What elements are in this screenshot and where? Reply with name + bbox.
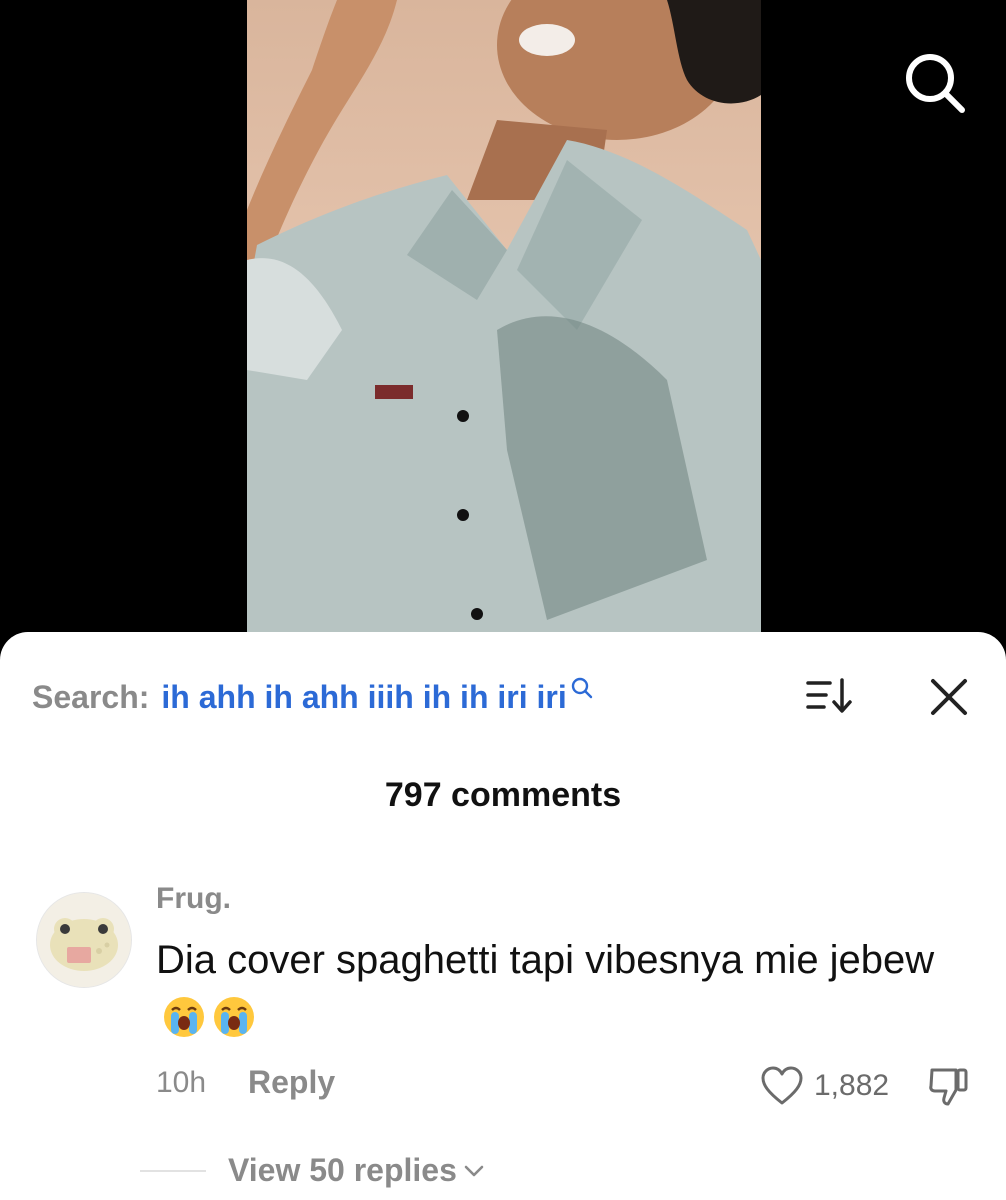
video-frame xyxy=(247,0,761,660)
comment-search-bar[interactable]: Search: ih ahh ih ahh iiih ih ih iri iri xyxy=(32,672,594,722)
like-button[interactable]: 1,882 xyxy=(760,1062,889,1110)
close-icon xyxy=(931,679,967,715)
avatar[interactable] xyxy=(36,892,132,988)
search-query-text[interactable]: ih ahh ih ahh iiih ih ih iri iri xyxy=(161,679,566,716)
view-replies-button[interactable]: View 50 replies xyxy=(228,1152,485,1189)
replies-divider xyxy=(140,1170,206,1172)
video-search-button[interactable] xyxy=(900,48,970,118)
loudly-crying-face-icon xyxy=(214,997,254,1037)
comment-timestamp: 10h xyxy=(156,1066,207,1099)
dislike-button[interactable] xyxy=(926,1064,972,1110)
comments-count-title: 797 comments xyxy=(384,776,622,814)
video-player[interactable] xyxy=(0,0,1006,660)
dislike-icon xyxy=(929,1068,968,1106)
search-prefix-label: Search: xyxy=(32,678,150,715)
frog-avatar-image xyxy=(37,893,131,987)
search-icon xyxy=(906,54,965,113)
heart-icon xyxy=(761,1066,803,1105)
close-button[interactable] xyxy=(926,674,972,720)
sort-button[interactable] xyxy=(804,676,854,716)
like-count: 1,882 xyxy=(814,1069,890,1102)
chevron-down-icon xyxy=(464,1165,484,1176)
reply-button[interactable]: Reply xyxy=(248,1064,335,1101)
sort-icon xyxy=(806,678,852,713)
search-icon xyxy=(571,677,592,699)
comment-username[interactable]: Frug. xyxy=(156,882,231,916)
view-replies-label: View 50 replies xyxy=(228,1152,457,1188)
comment-body: Dia cover spaghetti tapi vibesnya mie je… xyxy=(156,930,956,1050)
video-thumbnail xyxy=(247,0,761,660)
loudly-crying-face-icon xyxy=(164,997,204,1037)
comment-text: Dia cover spaghetti tapi vibesnya mie je… xyxy=(156,938,935,982)
